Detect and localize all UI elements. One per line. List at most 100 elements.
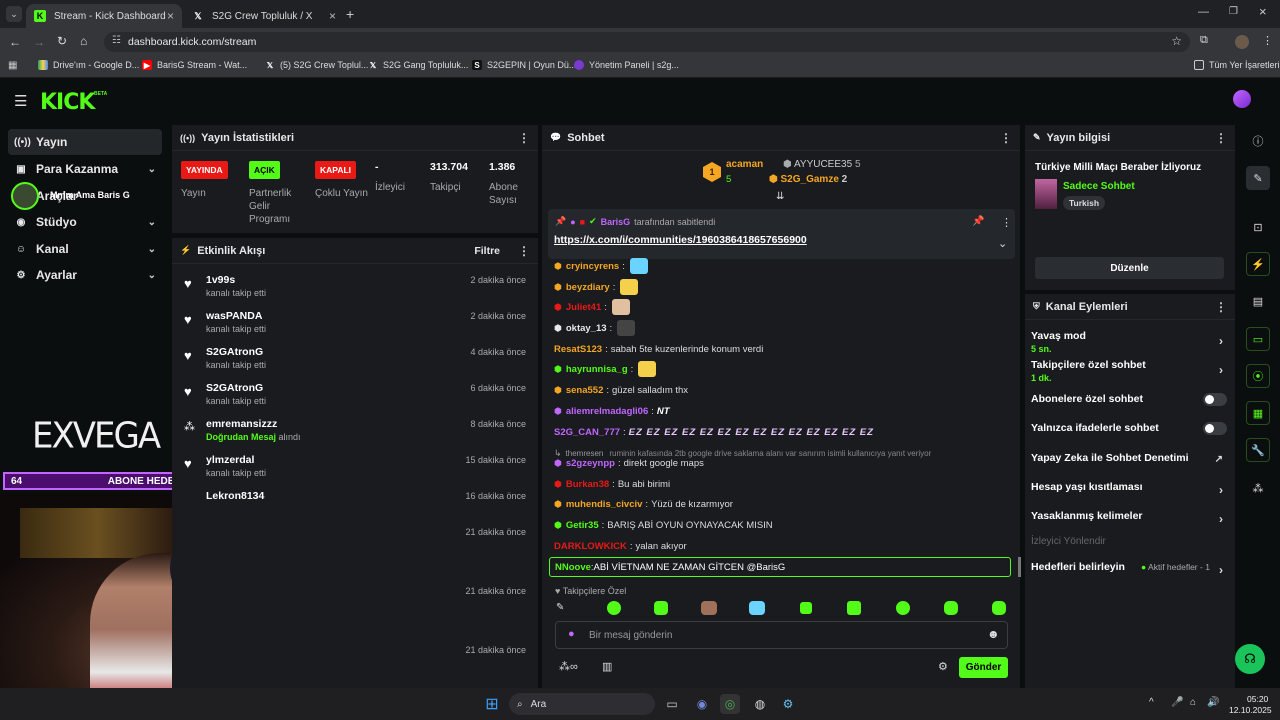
close-tab-icon[interactable]: × [329,9,336,23]
message-user[interactable]: Burkan38 [566,479,609,490]
task-view-icon[interactable]: ▭ [662,694,682,714]
chrome-icon[interactable]: ◎ [720,694,740,714]
windows-start-icon[interactable]: ⊞ [482,694,502,714]
edit-icon[interactable]: ✎ [1246,166,1270,190]
emote-icon[interactable] [800,602,812,614]
apps-grid-icon[interactable]: ▦ [8,60,17,71]
bookmark-x-gang[interactable]: 𝕏 S2G Gang Topluluk... [368,60,469,70]
wrench-icon[interactable]: 🔧 [1246,438,1270,462]
emote-icon[interactable] [607,601,621,615]
activity-item[interactable]: ⁂ emremansizzz Doğrudan Mesaj alındı 8 daki… [180,414,536,450]
bookmark-yonetim[interactable]: Yönetim Paneli | s2g... [574,60,679,70]
activity-item[interactable]: ♥ S2GAtronG kanalı takip etti 4 dakika önce [180,342,536,378]
more-options-icon[interactable]: ⋮ [518,244,530,258]
taskbar-search[interactable]: ⌕ Ara [509,693,655,715]
layout-icon[interactable]: ▦ [1246,401,1270,425]
more-options-icon[interactable]: ⋮ [518,131,530,145]
message-user[interactable]: oktay_13 [566,323,607,334]
chat-scroll-handle-icon[interactable]: ⇊ [776,191,784,202]
bookmark-s2gepin[interactable]: S S2GEPIN | Oyun Dü... [472,60,576,70]
edit-stream-button[interactable]: Düzenle [1035,257,1224,279]
emote-icon[interactable] [847,601,861,615]
activity-item[interactable]: Lekron8134 16 dakika önce [180,486,536,522]
activity-item[interactable]: ♥ 1v99s kanalı takip etti 2 dakika önce [180,270,536,306]
address-bar[interactable]: ☷ dashboard.kick.com/stream ☆ [104,32,1190,52]
clock-time[interactable]: 05:20 [1247,694,1268,704]
info-icon[interactable]: ⓘ [1246,129,1270,153]
bookmark-x-crew[interactable]: 𝕏 (5) S2G Crew Toplul... [265,60,369,70]
emote-chat-toggle[interactable] [1203,422,1227,435]
activity-item[interactable]: ♥ wasPANDA kanalı takip etti 2 dakika önce [180,306,536,342]
highlighted-message[interactable]: NNoove: ABİ VİETNAM NE ZAMAN GİTCEN @Bar… [549,557,1011,577]
chat-message[interactable]: ⬢ cryincyrens: [554,258,648,274]
category-name[interactable]: Sadece Sohbet [1063,181,1135,192]
message-user[interactable]: ResatS123 [554,344,602,355]
new-tab-button[interactable]: + [346,6,354,22]
gear-icon[interactable]: ⚙ [938,660,948,673]
activity-item[interactable]: ♥ S2GAtronG kanalı takip etti 6 dakika önce [180,378,536,414]
browser-menu-icon[interactable]: ⋮ [1262,34,1273,47]
hamburger-menu-icon[interactable]: ☰ [14,92,27,110]
points-icon[interactable]: ⁂ [1246,476,1270,500]
home-icon[interactable]: ⌂ [80,34,87,48]
chat-input-box[interactable]: ● Bir mesaj gönderin ☻ [555,621,1008,649]
chat-message[interactable]: S2G_CAN_777: EZ EZ EZ EZ EZ EZ EZ EZ EZ E… [554,424,874,440]
message-user[interactable]: hayrunnisa_g [566,364,628,375]
filter-button[interactable]: Filtre [474,245,500,257]
nav-yayin[interactable]: ((•)) Yayın [8,129,162,155]
more-options-icon[interactable]: ⋮ [1215,131,1227,145]
store-icon[interactable]: ▥ [602,660,612,673]
ai-moderation-row[interactable]: Yapay Zeka ile Sohbet Denetimi ↗ [1031,452,1227,465]
emoji-icon[interactable]: ☻ [987,627,1000,641]
message-user[interactable]: beyzdiary [566,282,610,293]
emote-icon[interactable] [992,601,1006,615]
leader-gamze[interactable]: ⬢ S2G_Gamze 2 [769,174,847,185]
message-user[interactable]: cryincyrens [566,261,619,272]
tab-search-button[interactable]: ⌄ [6,6,22,22]
subs-chat-toggle[interactable] [1203,393,1227,406]
activity-item[interactable]: 21 dakika önce [180,581,536,617]
leader-ayyucee[interactable]: ⬢ AYYUCEE35 5 [783,159,861,170]
chat-message[interactable]: ⬢ s2gzeynpp: direkt google maps [554,455,704,471]
bookmark-youtube[interactable]: ▶ BarisG Stream - Wat... [142,60,247,70]
message-user[interactable]: DARKLOWKICK [554,541,627,552]
emote-chat-row[interactable]: Yalnızca ifadelerle sohbet [1031,422,1227,435]
broadcast-icon[interactable]: ⦿ [1246,364,1270,388]
chat-message[interactable]: ⬢ Juliet41: [554,299,630,315]
tray-network-icon[interactable]: ⌂ [1190,697,1196,708]
more-options-icon[interactable]: ⋮ [1215,300,1227,314]
profile-avatar[interactable] [1235,35,1249,49]
emote-icon[interactable] [654,601,668,615]
nav-studyo[interactable]: ◉ Stüdyo ⌄ [8,209,162,235]
clipboard-icon[interactable]: ▤ [1246,289,1270,313]
nav-kanal[interactable]: ☺ Kanal ⌄ [8,236,162,262]
subs-chat-row[interactable]: Abonelere özel sohbet [1031,393,1227,406]
pinned-message[interactable]: 📌 ● ■ ✔ BarisG tarafından sabitlendi htt… [548,209,1015,259]
mic-icon[interactable]: ● [568,628,575,640]
emote-icon[interactable] [944,601,958,615]
emote-icon[interactable] [701,601,717,615]
banned-words-row[interactable]: Yasaklanmış kelimeler › [1031,510,1227,526]
emote-icon[interactable] [896,601,910,615]
forward-icon[interactable]: → [33,35,45,49]
nav-ayarlar[interactable]: ⚙ Ayarlar ⌄ [8,262,162,288]
message-user[interactable]: aliemrelmadagli06 [566,406,648,417]
tray-chevron-icon[interactable]: ^ [1149,697,1154,708]
bookmark-drive[interactable]: Drive'ım - Google D... [38,60,139,70]
message-user[interactable]: muhendis_civciv [566,499,643,510]
reload-icon[interactable]: ↻ [57,34,67,48]
message-user[interactable]: Getir35 [566,520,599,531]
chat-message[interactable]: ⬢ aliemrelmadagli06: NT [554,403,670,419]
maximize-icon[interactable]: ❐ [1229,6,1238,17]
message-user[interactable]: s2gzeynpp [566,458,615,469]
clock-date[interactable]: 12.10.2025 [1229,705,1272,715]
message-user[interactable]: Juliet41 [566,302,601,313]
chat-message[interactable]: DARKLOWKICK: yalan akıyor [554,538,687,554]
send-button[interactable]: Gönder [959,657,1008,678]
tray-volume-icon[interactable]: 🔊 [1207,697,1219,708]
activity-item[interactable]: 21 dakika önce [180,522,536,558]
message-user[interactable]: sena552 [566,385,604,396]
close-window-icon[interactable]: × [1259,4,1267,19]
leader-acaman[interactable]: acaman [726,159,763,170]
chat-message[interactable]: ⬢ beyzdiary: [554,279,639,295]
